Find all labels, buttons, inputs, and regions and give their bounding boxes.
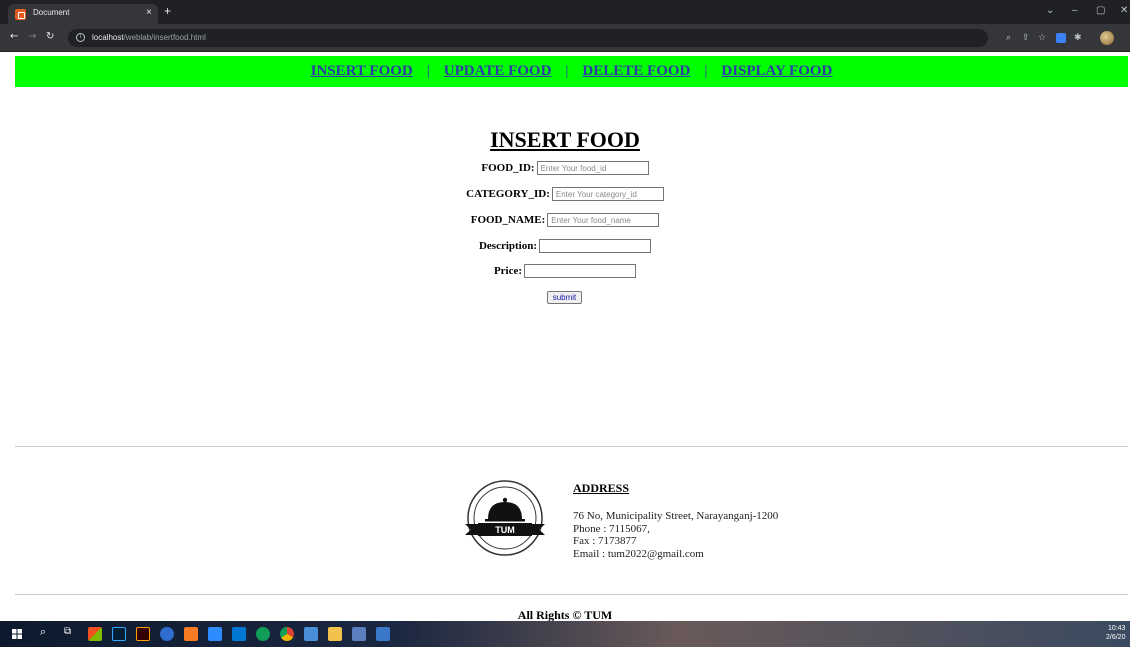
- tum-logo-icon: TUM: [465, 480, 545, 556]
- photoshop-icon[interactable]: [112, 627, 126, 641]
- logo-text: TUM: [495, 525, 515, 535]
- app-icon[interactable]: [352, 627, 366, 641]
- app-icon[interactable]: [376, 627, 390, 641]
- description-label: Description:: [478, 240, 538, 252]
- address-heading: ADDRESS: [573, 481, 630, 495]
- address-line-street: 76 No, Municipality Street, Narayanganj-…: [573, 510, 779, 522]
- price-input[interactable]: [524, 264, 637, 278]
- description-input[interactable]: [539, 239, 652, 253]
- search-icon[interactable]: ⌕: [40, 626, 46, 639]
- price-label: Price:: [493, 265, 523, 277]
- zoom-app-icon[interactable]: [208, 627, 222, 641]
- close-window-icon[interactable]: ✕: [1120, 5, 1128, 17]
- nav-link-update-food[interactable]: UPDATE FOOD: [444, 63, 552, 80]
- browser-tab-bar: Document × + ⌄ – ▢ ✕: [0, 0, 1130, 24]
- address-line-fax: Fax : 7173877: [573, 535, 637, 547]
- maximize-icon[interactable]: ▢: [1096, 5, 1105, 17]
- task-view-icon[interactable]: ⧉: [64, 626, 71, 637]
- clock-date: 2/6/20: [1106, 634, 1126, 641]
- address-block: 76 No, Municipality Street, Narayanganj-…: [573, 510, 778, 560]
- form-row-description: Description:: [0, 239, 1130, 253]
- nav-separator: |: [704, 63, 708, 79]
- tab-close-icon[interactable]: ×: [146, 7, 152, 19]
- address-line-phone: Phone : 7115067,: [573, 522, 650, 535]
- zoom-icon[interactable]: ⌕: [1006, 33, 1011, 43]
- extension-icon[interactable]: [1056, 33, 1066, 43]
- nav-link-display-food[interactable]: DISPLAY FOOD: [721, 63, 832, 80]
- ms-store-icon[interactable]: [88, 627, 102, 641]
- file-explorer-icon[interactable]: [328, 627, 342, 641]
- new-tab-icon[interactable]: +: [164, 4, 171, 18]
- food-name-input[interactable]: [547, 213, 660, 227]
- form-row-price: Price:: [0, 264, 1130, 278]
- url-bar[interactable]: i localhost/weblab/insertfood.html: [68, 29, 988, 47]
- nav-link-delete-food[interactable]: DELETE FOOD: [582, 63, 690, 80]
- nav-link-insert-food[interactable]: INSERT FOOD: [311, 63, 413, 80]
- browser-address-bar: ← → ↻ i localhost/weblab/insertfood.html…: [0, 24, 1130, 52]
- tab-title: Document: [33, 8, 70, 17]
- chrome-icon[interactable]: [280, 627, 294, 641]
- vscode-icon[interactable]: [232, 627, 246, 641]
- xampp-icon[interactable]: [184, 627, 198, 641]
- category-id-label: CATEGORY_ID:: [466, 188, 550, 200]
- extensions-puzzle-icon[interactable]: ✱: [1074, 33, 1082, 43]
- windows-start-icon[interactable]: [12, 629, 22, 639]
- food-id-input[interactable]: [536, 161, 649, 175]
- minimize-icon[interactable]: –: [1072, 5, 1078, 17]
- page-content: INSERT FOOD | UPDATE FOOD | DELETE FOOD …: [0, 53, 1130, 622]
- nav-separator: |: [426, 63, 430, 79]
- illustrator-icon[interactable]: [136, 627, 150, 641]
- os-taskbar: ⌕ ⧉ 10:43 2/6/20: [0, 621, 1130, 647]
- food-name-label: FOOD_NAME:: [470, 214, 546, 226]
- food-id-label: FOOD_ID:: [481, 162, 535, 174]
- favicon-icon: [15, 9, 26, 20]
- reload-icon[interactable]: ↻: [46, 31, 54, 43]
- bookmark-star-icon[interactable]: ☆: [1038, 33, 1046, 43]
- nav-separator: |: [565, 63, 569, 79]
- forward-icon[interactable]: →: [28, 31, 36, 43]
- app-icon[interactable]: [160, 627, 174, 641]
- back-icon[interactable]: ←: [10, 31, 18, 43]
- form-row-category-id: CATEGORY_ID:: [0, 187, 1130, 201]
- page-title: INSERT FOOD: [490, 127, 640, 152]
- category-id-input[interactable]: [551, 187, 664, 201]
- form-row-food-name: FOOD_NAME:: [0, 213, 1130, 227]
- share-icon[interactable]: ⇪: [1022, 33, 1030, 43]
- app-icon[interactable]: [304, 627, 318, 641]
- top-navbar: INSERT FOOD | UPDATE FOOD | DELETE FOOD …: [15, 56, 1128, 87]
- address-line-email: Email : tum2022@gmail.com: [573, 547, 704, 560]
- edge-icon[interactable]: [256, 627, 270, 641]
- clock-time: 10:43: [1107, 625, 1126, 632]
- browser-tab[interactable]: Document ×: [8, 4, 158, 24]
- site-info-icon[interactable]: i: [76, 33, 85, 42]
- form-row-food-id: FOOD_ID:: [0, 161, 1130, 175]
- tab-search-icon[interactable]: ⌄: [1046, 5, 1054, 17]
- system-clock[interactable]: 10:43 2/6/20: [1106, 624, 1125, 642]
- copyright-divider: [15, 594, 1128, 595]
- profile-avatar[interactable]: [1100, 31, 1114, 45]
- footer-divider: [15, 446, 1128, 447]
- url-text: localhost/weblab/insertfood.html: [92, 33, 206, 42]
- submit-button[interactable]: submit: [547, 291, 582, 304]
